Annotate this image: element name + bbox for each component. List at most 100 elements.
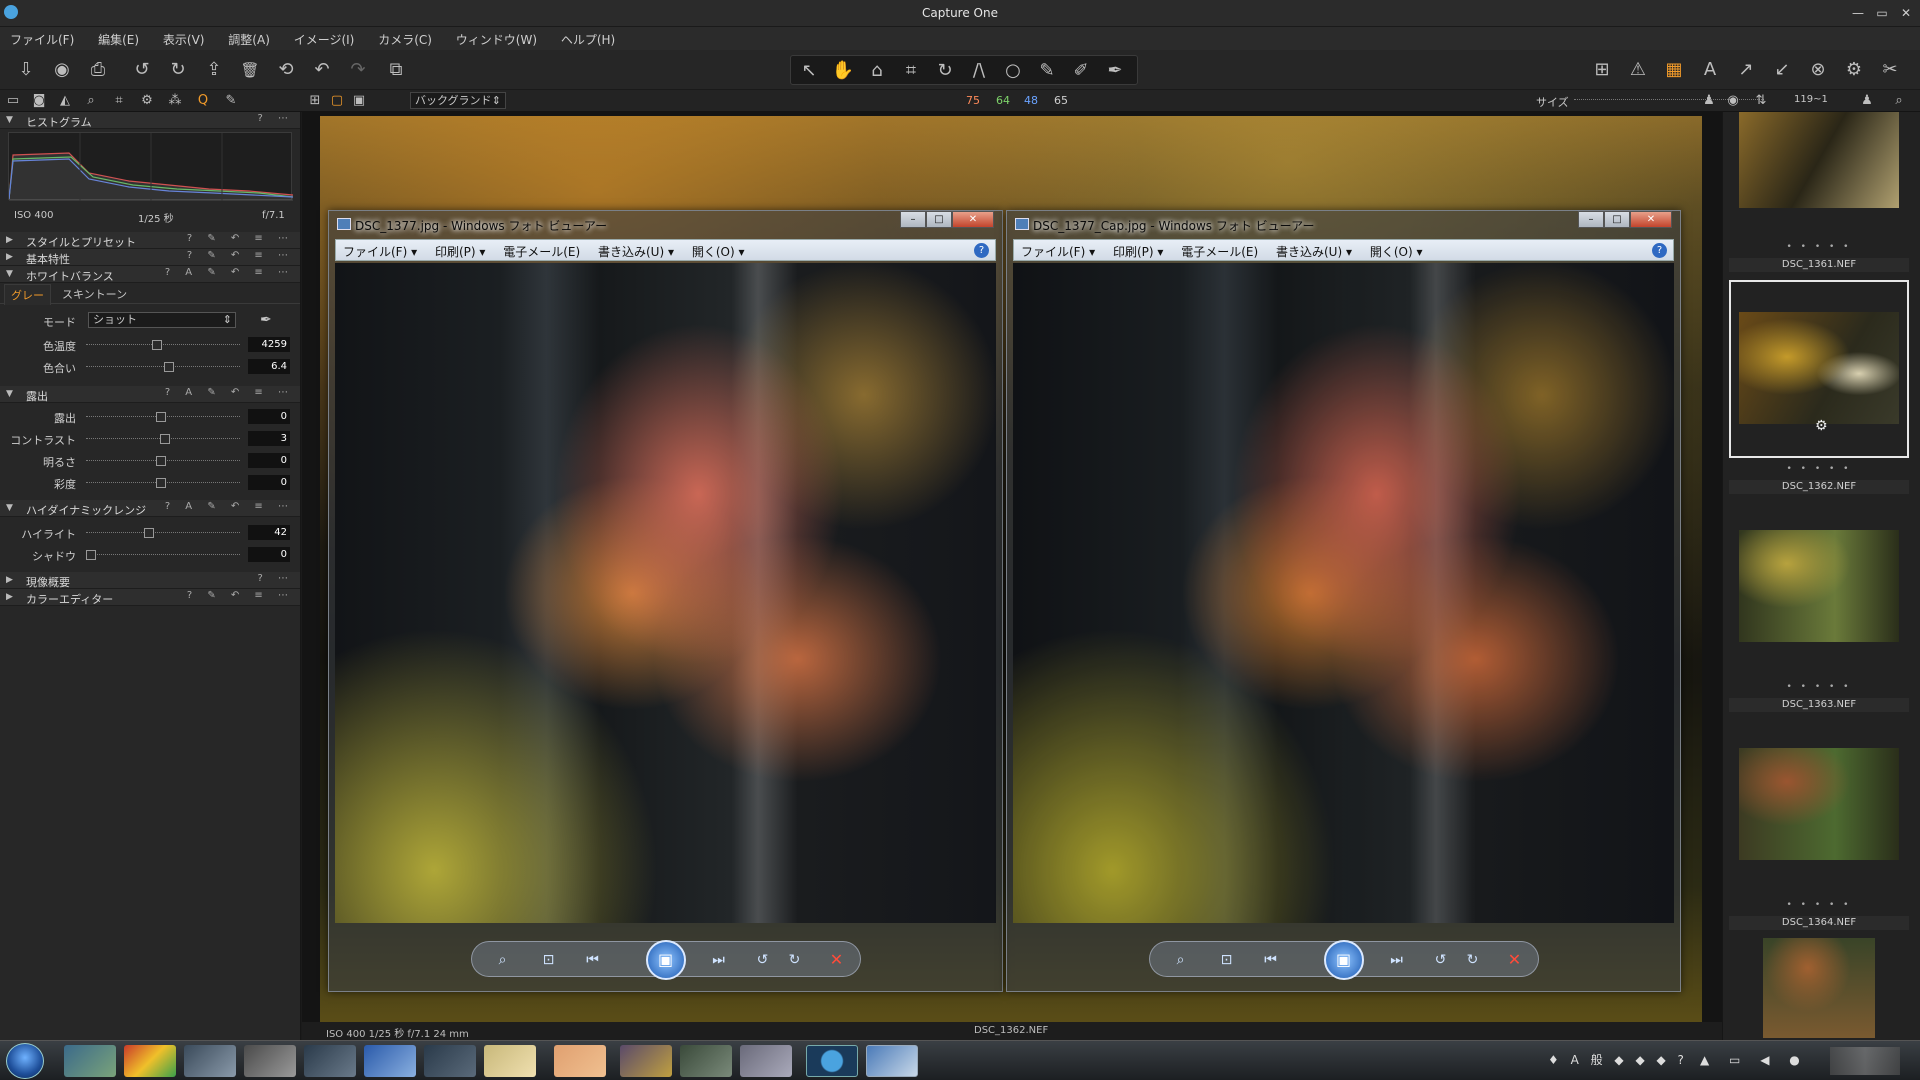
text-overlay-icon[interactable]: A xyxy=(1698,58,1722,82)
actual-size-icon[interactable]: ⊡ xyxy=(538,950,560,970)
thumbnail-0[interactable] xyxy=(1729,112,1909,212)
pv-maximize-button[interactable]: □ xyxy=(926,211,952,228)
person-icon[interactable]: ♟ xyxy=(1700,92,1718,110)
slider-knob[interactable] xyxy=(156,412,166,422)
rating-dots[interactable]: • • • • • xyxy=(1729,682,1909,694)
taskbar-app[interactable] xyxy=(184,1045,236,1077)
photo-viewer-window-1[interactable]: DSC_1377.jpg - Windows フォト ビューアー – □ ✕ ファイ… xyxy=(328,210,1003,992)
help-icon[interactable]: ? xyxy=(1652,243,1667,258)
taskbar-app[interactable] xyxy=(124,1045,176,1077)
pv-menu-burn[interactable]: 書き込み(U) ▾ xyxy=(1269,240,1359,263)
menu-window[interactable]: ウィンドウ(W) xyxy=(446,27,547,52)
contrast-slider[interactable] xyxy=(86,434,240,444)
pv-menu-open[interactable]: 開く(O) ▾ xyxy=(1363,240,1430,263)
pv-minimize-button[interactable]: – xyxy=(900,211,926,228)
eyedropper-icon[interactable]: ✒ xyxy=(260,312,272,328)
select-cursor-icon[interactable]: ↖ xyxy=(797,59,821,83)
rotate-tool-icon[interactable]: ↻ xyxy=(933,59,957,83)
single-view-icon[interactable]: ▢ xyxy=(328,92,346,110)
undo-icon[interactable]: ↶ xyxy=(310,58,334,82)
taskbar-app[interactable] xyxy=(680,1045,732,1077)
pv-menu-file[interactable]: ファイル(F) ▾ xyxy=(1014,240,1102,263)
shadow-slider[interactable] xyxy=(86,550,240,560)
pv-titlebar[interactable]: DSC_1377_Cap.jpg - Windows フォト ビューアー – □ ✕ xyxy=(1007,211,1680,237)
tools-icon[interactable]: ✂ xyxy=(1878,58,1902,82)
thumbnail-3[interactable] xyxy=(1729,530,1909,648)
photo-viewer-window-2[interactable]: DSC_1377_Cap.jpg - Windows フォト ビューアー – □ ✕… xyxy=(1006,210,1681,992)
user-icon[interactable]: ♟ xyxy=(1858,92,1876,110)
next-icon[interactable]: ⏭ xyxy=(708,950,730,970)
rating-dots[interactable]: • • • • • xyxy=(1729,242,1909,254)
exposure-value[interactable]: 0 xyxy=(248,409,290,424)
tab-skintone[interactable]: スキントーン xyxy=(56,284,133,304)
rotate-cw-icon[interactable]: ↻ xyxy=(784,950,806,970)
actual-size-icon[interactable]: ⊡ xyxy=(1216,950,1238,970)
thumbnail-5[interactable] xyxy=(1729,938,1909,1038)
minimize-button[interactable]: — xyxy=(1846,3,1870,23)
menu-adjust[interactable]: 調整(A) xyxy=(218,27,280,52)
color-tab-icon[interactable]: ◭ xyxy=(56,92,74,110)
taskbar-app[interactable] xyxy=(740,1045,792,1077)
menu-view[interactable]: 表示(V) xyxy=(153,27,215,52)
taskbar-app[interactable] xyxy=(64,1045,116,1077)
help-icon[interactable]: ? xyxy=(974,243,989,258)
dev-summary-header[interactable]: ▶ 現像概要 ? ⋯ xyxy=(0,572,300,589)
menu-help[interactable]: ヘルプ(H) xyxy=(551,27,625,52)
start-button[interactable] xyxy=(6,1043,44,1079)
rotate-right-icon[interactable]: ↻ xyxy=(166,58,190,82)
thumbnail-4[interactable] xyxy=(1729,748,1909,866)
tray-icons[interactable]: ▲ ▭ ◀ ● xyxy=(1700,1053,1808,1067)
capture-one-taskbar-icon[interactable] xyxy=(806,1045,858,1077)
keystone-icon[interactable]: /\ xyxy=(967,59,991,83)
exposure-slider[interactable] xyxy=(86,412,240,422)
trash-icon[interactable]: 🗑 xyxy=(238,58,262,82)
taskbar-app[interactable] xyxy=(484,1045,536,1077)
exposure-header[interactable]: ▼ 露出 ? A ✎ ↶ ≡ ⋯ xyxy=(0,386,300,403)
sort-icon[interactable]: ⇅ xyxy=(1752,92,1770,110)
slideshow-icon[interactable]: ▣ xyxy=(1323,940,1364,980)
slider-knob[interactable] xyxy=(86,550,96,560)
slider-knob[interactable] xyxy=(152,340,162,350)
settings-gear-icon[interactable]: ⚙ xyxy=(1842,58,1866,82)
reset-adjust-icon[interactable]: ⊗ xyxy=(1806,58,1830,82)
rating-dots[interactable]: • • • • • xyxy=(1729,900,1909,912)
eraser-icon[interactable]: ✐ xyxy=(1069,59,1093,83)
taskbar-app[interactable] xyxy=(304,1045,356,1077)
histogram-header[interactable]: ▼ ヒストグラム ? ⋯ xyxy=(0,112,300,129)
menu-image[interactable]: イメージ(I) xyxy=(284,27,365,52)
delete-icon[interactable]: ✕ xyxy=(1504,950,1526,970)
pv-menu-email[interactable]: 電子メール(E) xyxy=(496,240,587,263)
previous-icon[interactable]: ⏮ xyxy=(582,950,604,970)
brightness-slider[interactable] xyxy=(86,456,240,466)
grid-view-icon[interactable]: ⊞ xyxy=(306,92,324,110)
rotate-left-icon[interactable]: ↺ xyxy=(130,58,154,82)
search-icon[interactable]: ⌕ xyxy=(1890,92,1908,110)
redo-icon[interactable]: ↷ xyxy=(346,58,370,82)
style-presets-header[interactable]: ▶ スタイルとプリセット ? ✎ ↶ ≡ ⋯ xyxy=(0,232,300,249)
rotate-ccw-icon[interactable]: ↺ xyxy=(1430,950,1452,970)
shadow-value[interactable]: 0 xyxy=(248,547,290,562)
apply-adjust-icon[interactable]: ↙ xyxy=(1770,58,1794,82)
close-button[interactable]: ✕ xyxy=(1894,3,1918,23)
export-icon[interactable]: ⇪ xyxy=(202,58,226,82)
hdr-header[interactable]: ▼ ハイダイナミックレンジ ? A ✎ ↶ ≡ ⋯ xyxy=(0,500,300,517)
pv-menu-email[interactable]: 電子メール(E) xyxy=(1174,240,1265,263)
wb-kelvin-slider[interactable] xyxy=(86,340,240,350)
contrast-value[interactable]: 3 xyxy=(248,431,290,446)
menu-file[interactable]: ファイル(F) xyxy=(0,27,84,52)
wb-tint-slider[interactable] xyxy=(86,362,240,372)
zoom-icon[interactable]: ⌕ xyxy=(1170,950,1192,970)
pv-titlebar[interactable]: DSC_1377.jpg - Windows フォト ビューアー – □ ✕ xyxy=(329,211,1002,237)
menu-edit[interactable]: 編集(E) xyxy=(88,27,149,52)
delete-icon[interactable]: ✕ xyxy=(826,950,848,970)
basic-header[interactable]: ▶ 基本特性 ? ✎ ↶ ≡ ⋯ xyxy=(0,249,300,266)
grid-icon[interactable]: ⊞ xyxy=(1590,58,1614,82)
previous-icon[interactable]: ⏮ xyxy=(1260,950,1282,970)
slideshow-icon[interactable]: ▣ xyxy=(645,940,686,980)
picker-icon[interactable]: ✒ xyxy=(1103,59,1127,83)
compare-view-icon[interactable]: ▣ xyxy=(350,92,368,110)
print-icon[interactable]: ⎙ xyxy=(86,58,110,82)
tab-gray[interactable]: グレー xyxy=(4,284,51,305)
rating-dots[interactable]: • • • • • xyxy=(1729,464,1909,476)
zoom-icon[interactable]: ⌕ xyxy=(492,950,514,970)
